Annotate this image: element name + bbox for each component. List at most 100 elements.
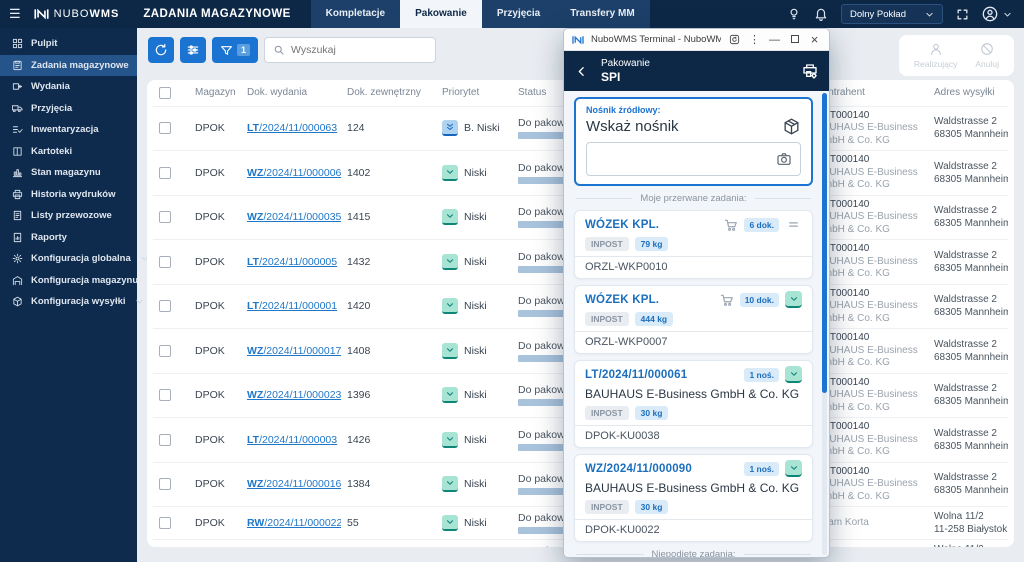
column-header-dok-wydania[interactable]: Dok. wydania xyxy=(241,80,341,106)
weight-badge: 79 kg xyxy=(634,237,669,251)
realizujacy-button[interactable]: Realizujący xyxy=(914,42,957,69)
sidebar-item-stan-magazynu[interactable]: Stan magazynu xyxy=(0,162,137,184)
task-card[interactable]: WZ/2024/11/000090 1 noś. BAUHAUS E-Busin… xyxy=(574,454,813,542)
carrier-input[interactable] xyxy=(595,152,776,166)
task-title[interactable]: WZ/2024/11/000090 xyxy=(585,463,692,475)
fullscreen-icon[interactable] xyxy=(956,8,969,21)
refresh-button[interactable] xyxy=(148,37,174,63)
row-checkbox[interactable] xyxy=(159,300,171,313)
location-select-value: Dolny Pokład xyxy=(850,8,906,20)
page-title: ZADANIA MAGAZYNOWE xyxy=(143,8,291,20)
priority-low-icon xyxy=(442,164,458,181)
anuluj-button[interactable]: Anuluj xyxy=(975,42,999,69)
row-checkbox[interactable] xyxy=(159,122,171,135)
sidebar-item-listy-przewozowe[interactable]: Listy przewozowe xyxy=(0,205,137,227)
theme-bulb-icon[interactable] xyxy=(787,7,801,21)
kontrahent-name: BAUHAUS E-Business GmbH & Co. KG xyxy=(816,166,918,191)
search-box xyxy=(264,37,436,63)
row-checkbox[interactable] xyxy=(159,255,171,268)
sidebar-item-raporty[interactable]: Raporty xyxy=(0,227,137,249)
address-line1: Wolna 11/2 xyxy=(934,543,1002,547)
carrier-badge: INPOST xyxy=(585,500,629,514)
tab-kompletacje[interactable]: Kompletacje xyxy=(311,0,400,28)
task-card[interactable]: WÓZEK KPL. 10 dok. INPOST 444 kg ORZL-WKP… xyxy=(574,285,813,354)
address-line1: Waldstrasse 2 xyxy=(934,205,997,217)
tab-transfery-mm[interactable]: Transfery MM xyxy=(555,0,649,28)
printer-icon xyxy=(11,189,23,200)
count-badge: 1 noś. xyxy=(744,367,779,382)
sidebar-item-kartoteki[interactable]: Kartoteki xyxy=(0,141,137,163)
task-card[interactable]: LT/2024/11/000061 1 noś. BAUHAUS E-Busin… xyxy=(574,360,813,448)
row-checkbox[interactable] xyxy=(159,211,171,224)
sidebar-item-pulpit[interactable]: Pulpit xyxy=(0,33,137,55)
kontrahent-name: Adam Korta xyxy=(816,516,869,528)
user-menu[interactable] xyxy=(982,6,1012,22)
restart-app-icon[interactable] xyxy=(728,34,741,45)
sidebar-item-label: Konfiguracja globalna xyxy=(31,253,131,265)
terminal-titlebar[interactable]: NuboWMS Terminal - NuboWMS ⋮ — × xyxy=(564,29,829,51)
sidebar-item-zadania-magazynowe[interactable]: Zadania magazynowe xyxy=(0,54,137,76)
column-header-priorytet[interactable]: Priorytet xyxy=(436,80,512,106)
row-checkbox[interactable] xyxy=(159,433,171,446)
menu-icon[interactable]: ☰ xyxy=(9,6,21,22)
topbar-controls: Dolny Pokład xyxy=(787,4,1024,24)
address-line2: 68305 Mannheim xyxy=(934,173,1008,185)
location-select[interactable]: Dolny Pokład xyxy=(841,4,943,24)
row-checkbox[interactable] xyxy=(159,389,171,402)
warehouse-icon xyxy=(11,275,23,286)
tab-przyjęcia[interactable]: Przyjęcia xyxy=(482,0,555,28)
document-link[interactable]: LT/2024/11/000063 xyxy=(247,122,337,134)
carrier-prompt: Wskaż nośnik xyxy=(586,118,679,135)
row-checkbox[interactable] xyxy=(159,166,171,179)
nubowms-logo-icon xyxy=(34,8,49,20)
chart-icon xyxy=(11,167,23,178)
tab-pakowanie[interactable]: Pakowanie xyxy=(400,0,482,28)
cell-dok-zewnetrzny: 124 xyxy=(341,105,436,151)
document-link[interactable]: LT/2024/11/000005 xyxy=(247,256,337,268)
document-link[interactable]: WZ/2024/11/000023 xyxy=(247,389,341,401)
count-badge: 10 dok. xyxy=(739,292,779,307)
row-checkbox[interactable] xyxy=(159,344,171,357)
task-card[interactable]: WÓZEK KPL. 6 dok. INPOST 79 kg ORZL-WKP00… xyxy=(574,210,813,279)
document-link[interactable]: RW/2024/11/000022 xyxy=(247,517,341,529)
maximize-icon[interactable] xyxy=(788,34,801,46)
column-header-adres-wysyłki[interactable]: Adres wysyłki xyxy=(928,80,1008,106)
camera-icon[interactable] xyxy=(776,151,792,167)
task-title[interactable]: WÓZEK KPL. xyxy=(585,294,659,306)
columns-settings-button[interactable] xyxy=(180,37,206,63)
row-checkbox[interactable] xyxy=(159,517,171,530)
print-settings-icon[interactable] xyxy=(802,63,818,79)
minimize-icon[interactable]: — xyxy=(768,34,781,46)
select-all-checkbox[interactable] xyxy=(159,86,171,99)
cell-magazyn: DPOK xyxy=(189,328,241,373)
back-icon[interactable] xyxy=(575,65,588,78)
column-header-magazyn[interactable]: Magazyn xyxy=(189,80,241,106)
cell-dok-zewnetrzny: 55 xyxy=(341,506,436,540)
document-link[interactable]: WZ/2024/11/000006 xyxy=(247,167,341,179)
sidebar-item-konfiguracja-globalna[interactable]: Konfiguracja globalna xyxy=(0,248,148,270)
document-link[interactable]: WZ/2024/11/000035 xyxy=(247,211,341,223)
sidebar-item-wydania[interactable]: Wydania xyxy=(0,76,137,98)
sidebar-item-konfiguracja-wysyłki[interactable]: Konfiguracja wysyłki xyxy=(0,291,143,313)
window-menu-icon[interactable]: ⋮ xyxy=(748,33,761,46)
column-header-dok-zewnętrzny[interactable]: Dok. zewnętrzny xyxy=(341,80,436,106)
notifications-bell-icon[interactable] xyxy=(814,7,828,21)
document-link[interactable]: LT/2024/11/000003 xyxy=(247,434,337,446)
terminal-scrollbar[interactable] xyxy=(822,93,827,555)
kontrahent-name: BAUHAUS E-Business GmbH & Co. KG xyxy=(816,122,918,146)
sidebar-item-label: Historia wydruków xyxy=(31,188,116,200)
document-link[interactable]: WZ/2024/11/000016 xyxy=(247,478,341,490)
row-checkbox[interactable] xyxy=(159,478,171,491)
sidebar-item-przyjęcia[interactable]: Przyjęcia xyxy=(0,98,137,120)
sidebar-item-historia-wydruków[interactable]: Historia wydruków xyxy=(0,184,137,206)
document-link[interactable]: WZ/2024/11/000017 xyxy=(247,345,341,357)
sidebar-item-konfiguracja-magazynu[interactable]: Konfiguracja magazynu xyxy=(0,270,156,292)
filter-button[interactable]: 1 xyxy=(212,37,258,63)
task-title[interactable]: LT/2024/11/000061 xyxy=(585,369,687,381)
document-link[interactable]: LT/2024/11/000001 xyxy=(247,300,337,312)
close-icon[interactable]: × xyxy=(808,32,821,47)
sidebar-item-inwentaryzacja[interactable]: Inwentaryzacja xyxy=(0,119,137,141)
scrollbar-thumb[interactable] xyxy=(822,93,827,393)
task-title[interactable]: WÓZEK KPL. xyxy=(585,219,659,231)
search-input[interactable] xyxy=(291,44,427,56)
